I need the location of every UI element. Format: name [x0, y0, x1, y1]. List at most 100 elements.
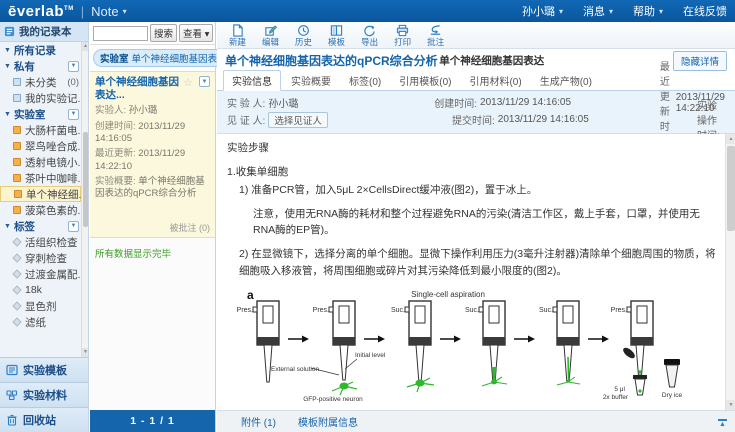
card-dropdown-icon[interactable]	[199, 76, 210, 87]
sidebar-item-lab-4[interactable]: 茶叶中咖啡...(2)	[0, 170, 81, 186]
tab-experiment-info[interactable]: 实验信息	[223, 70, 281, 91]
tab-summary[interactable]: 实验概要	[283, 71, 339, 90]
search-button[interactable]: 搜索	[150, 24, 177, 42]
item-label: 翠鸟唑合成...	[25, 139, 86, 154]
tag-icon	[12, 317, 21, 326]
section-label: 私有	[14, 59, 35, 74]
sidebar-item-lab-2[interactable]: 翠鸟唑合成...(7)	[0, 138, 81, 154]
help-menu[interactable]: 帮助	[633, 3, 663, 19]
diagram-title: Single-cell aspiration	[411, 290, 485, 299]
sidebar-item-tag-1[interactable]: 活组织检查	[0, 234, 81, 250]
chip-label: 单个神经细胞基因表达	[132, 54, 227, 65]
product-name[interactable]: Note	[91, 4, 118, 19]
filter-chip[interactable]: 实验室单个神经细胞基因表达	[93, 49, 234, 67]
field-label: 创建时间:	[95, 121, 136, 132]
sidebar-item-tag-3[interactable]: 过渡金属配...	[0, 266, 81, 282]
scrollbar-thumb[interactable]	[727, 146, 735, 231]
pagination[interactable]: 1 - 1 / 1	[90, 410, 215, 432]
template-icon	[6, 364, 18, 376]
user-menu[interactable]: 孙小璐	[522, 3, 563, 19]
sidebar: 我的记录本 所有记录 私有 未分类(0) 我的实验记...(1) 实验室 大肠杆…	[0, 22, 89, 432]
hide-details-button[interactable]: 隐藏详情	[673, 51, 727, 71]
section-dropdown-icon[interactable]	[68, 109, 79, 120]
field-label: 见 证 人:	[227, 112, 265, 127]
tab-cited-templates[interactable]: 引用模板(0)	[391, 71, 459, 90]
arrow-up-icon: ▲	[719, 422, 726, 428]
experiment-list-pane: 搜索 查看 ▾ 实验室单个神经细胞基因表达 单个神经细胞基因表达... ☆ 实验…	[90, 22, 216, 432]
sidebar-item-my-experiments[interactable]: 我的实验记...(1)	[0, 90, 81, 106]
scroll-to-top-button[interactable]: ▲	[716, 419, 729, 428]
pipette-6: Pres.	[611, 301, 653, 375]
footer-label: 实验材料	[23, 387, 67, 403]
tab-cited-materials[interactable]: 引用材料(0)	[461, 71, 529, 90]
everlab-logo[interactable]: ēverlabTM	[8, 3, 74, 20]
experiment-card[interactable]: 单个神经细胞基因表达... ☆ 实验人: 孙小璐 创建时间: 2013/11/2…	[90, 71, 215, 238]
tab-tags[interactable]: 标签(0)	[341, 71, 389, 90]
attachments-link[interactable]: 附件 (1)	[241, 414, 276, 429]
edit-button[interactable]: 编辑	[262, 24, 279, 47]
annotate-icon	[429, 24, 442, 37]
sidebar-item-recycle-bin[interactable]: 回收站	[0, 407, 88, 432]
section-dropdown-icon[interactable]	[68, 61, 79, 72]
sidebar-item-tag-2[interactable]: 穿刺检查	[0, 250, 81, 266]
history-button[interactable]: 历史	[295, 24, 312, 47]
sidebar-item-tag-5[interactable]: 显色剂	[0, 298, 81, 314]
step-note-text: 注意，使用无RNA酶的耗材和整个过程避免RNA的污染(清洁工作区，戴上手套，口罩…	[227, 206, 717, 239]
feedback-link[interactable]: 在线反馈	[683, 3, 727, 19]
sidebar-item-materials[interactable]: 实验材料	[0, 382, 88, 407]
card-owner: 实验人: 孙小璐	[95, 105, 210, 117]
card-title[interactable]: 单个神经细胞基因表达...	[95, 76, 181, 102]
scroll-up-icon[interactable]: ▲	[726, 134, 735, 144]
sidebar-section-tags[interactable]: 标签	[0, 218, 81, 234]
notebooks-header[interactable]: 我的记录本	[0, 22, 88, 42]
template-info-link[interactable]: 模板附属信息	[298, 414, 358, 429]
content-scrollbar[interactable]: ▲ ▼	[725, 134, 735, 410]
template-button[interactable]: 模板	[328, 24, 345, 47]
select-witness-button[interactable]: 选择见证人	[268, 112, 328, 128]
triangle-down-icon	[4, 63, 11, 70]
messages-menu[interactable]: 消息	[583, 3, 613, 19]
detail-footer-bar: 附件 (1) 模板附属信息 ▲	[217, 410, 735, 432]
sidebar-item-tag-4[interactable]: 18k	[0, 282, 81, 298]
scroll-up-icon[interactable]: ▲	[82, 42, 88, 51]
sidebar-item-lab-1[interactable]: 大肠杆菌电...(5)	[0, 122, 81, 138]
folder-icon	[13, 142, 21, 150]
toolbar-label: 编辑	[262, 38, 279, 47]
sidebar-item-tag-6[interactable]: 滤纸	[0, 314, 81, 330]
toolbar-label: 打印	[394, 38, 411, 47]
scroll-down-icon[interactable]: ▼	[82, 348, 88, 357]
chevron-down-icon[interactable]	[123, 7, 127, 16]
sidebar-item-templates[interactable]: 实验模板	[0, 357, 88, 382]
sidebar-section-private[interactable]: 私有	[0, 58, 81, 74]
sidebar-scrollbar[interactable]: ▲ ▼	[81, 42, 88, 357]
section-dropdown-icon[interactable]	[68, 221, 79, 232]
star-icon[interactable]: ☆	[183, 76, 193, 89]
export-button[interactable]: 导出	[361, 24, 378, 47]
content-scroll-area[interactable]: 实验步骤 1.收集单细胞 1) 准备PCR管，加入5μL 2×CellsDire…	[217, 134, 725, 410]
user-name: 孙小璐	[522, 3, 555, 19]
folder-icon	[14, 190, 22, 198]
annotate-button[interactable]: 批注	[427, 24, 444, 47]
tag-icon	[12, 253, 21, 262]
sidebar-item-lab-5-selected[interactable]: 单个神经细...(1)	[0, 186, 81, 202]
item-label: 未分类	[25, 75, 57, 90]
sidebar-section-lab[interactable]: 实验室	[0, 106, 81, 122]
ep-tube	[633, 375, 647, 395]
print-button[interactable]: 打印	[394, 24, 411, 47]
figure-a-label: a	[247, 288, 254, 302]
pipette-2: Pres.	[313, 301, 357, 395]
item-label: 过渡金属配...	[25, 267, 86, 282]
sidebar-item-lab-3[interactable]: 透射电镜小...(0)	[0, 154, 81, 170]
view-dropdown-button[interactable]: 查看 ▾	[179, 24, 213, 42]
search-input[interactable]	[93, 26, 148, 41]
trash-icon	[6, 414, 18, 426]
top-menu: 孙小璐 消息 帮助 在线反馈	[522, 3, 727, 19]
sidebar-item-uncategorized[interactable]: 未分类(0)	[0, 74, 81, 90]
scrollbar-thumb[interactable]	[83, 132, 88, 227]
notebook-small-icon	[13, 78, 21, 86]
tab-products[interactable]: 生成产物(0)	[532, 71, 600, 90]
sidebar-item-lab-6[interactable]: 菠菜色素的...(1)	[0, 202, 81, 218]
scroll-down-icon[interactable]: ▼	[726, 400, 735, 410]
sidebar-item-all-records[interactable]: 所有记录	[0, 42, 81, 58]
new-button[interactable]: 新建	[229, 24, 246, 47]
